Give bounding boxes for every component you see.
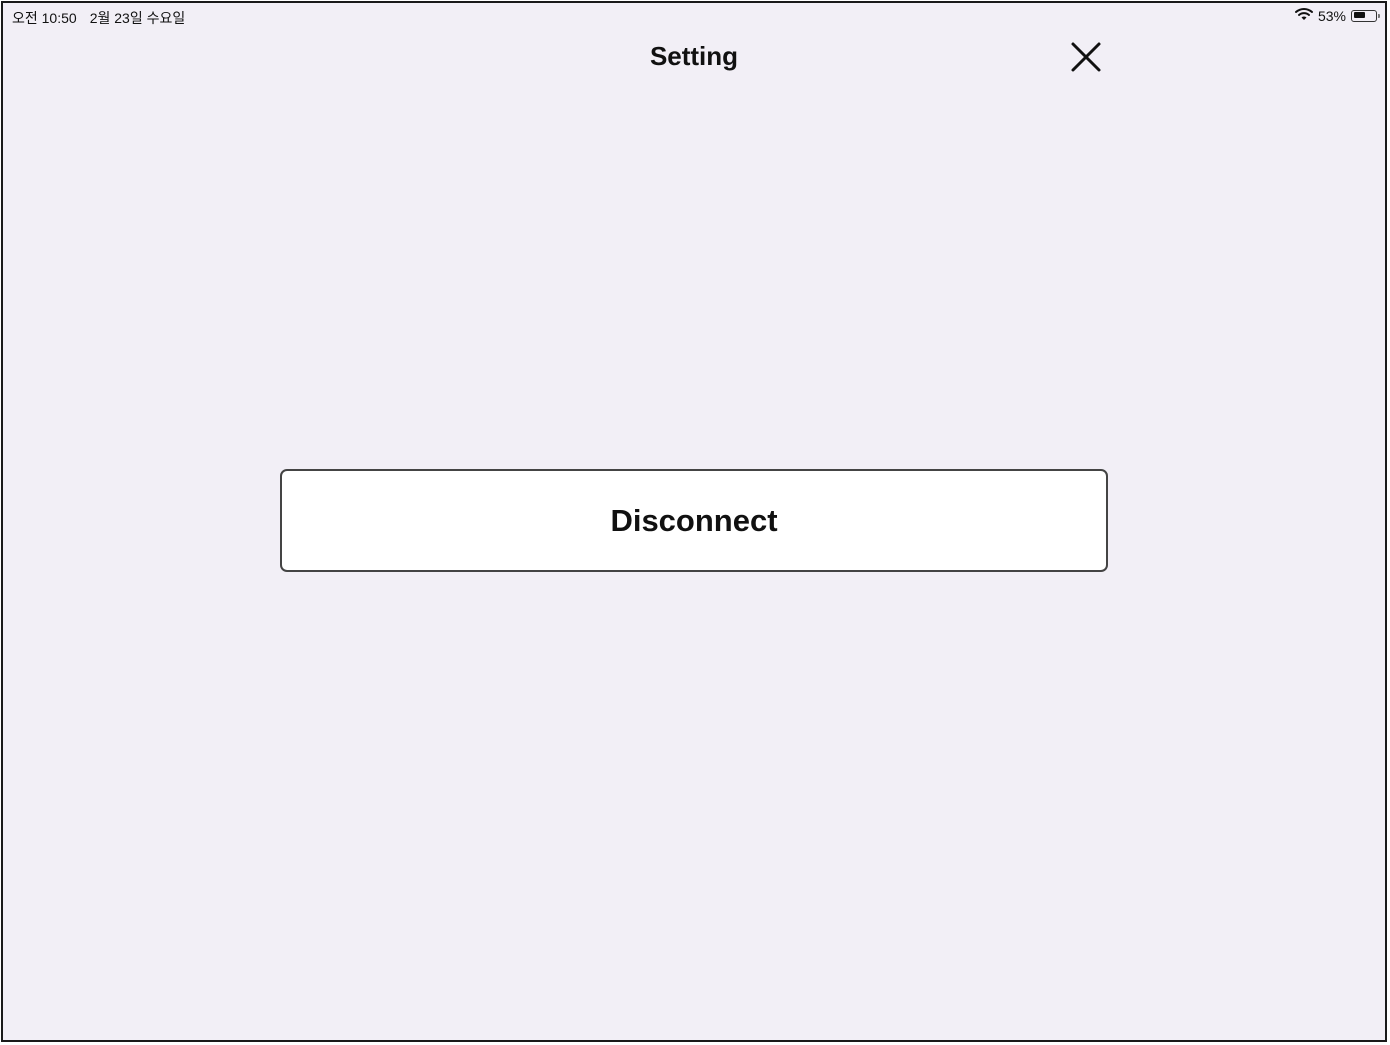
status-time: 오전 10:50 [12, 10, 77, 26]
battery-percent: 53% [1317, 7, 1346, 24]
status-right: 53% [1294, 7, 1380, 24]
disconnect-button[interactable]: Disconnect [280, 469, 1108, 572]
close-icon[interactable] [1067, 38, 1105, 76]
battery-level-fill [1353, 12, 1365, 18]
app-window: 오전 10:50 2월 23일 수요일 53% Setting Disconne… [1, 1, 1387, 1042]
disconnect-button-label: Disconnect [610, 502, 778, 538]
wifi-icon [1294, 7, 1313, 24]
battery-cap [1378, 13, 1380, 18]
status-bar: 오전 10:50 2월 23일 수요일 53% [3, 3, 1385, 31]
status-left: 오전 10:50 2월 23일 수요일 [12, 8, 185, 28]
close-button[interactable] [1067, 38, 1105, 76]
page-title: Setting [649, 41, 739, 71]
battery-icon [1351, 9, 1380, 22]
status-date: 2월 23일 수요일 [89, 10, 186, 26]
